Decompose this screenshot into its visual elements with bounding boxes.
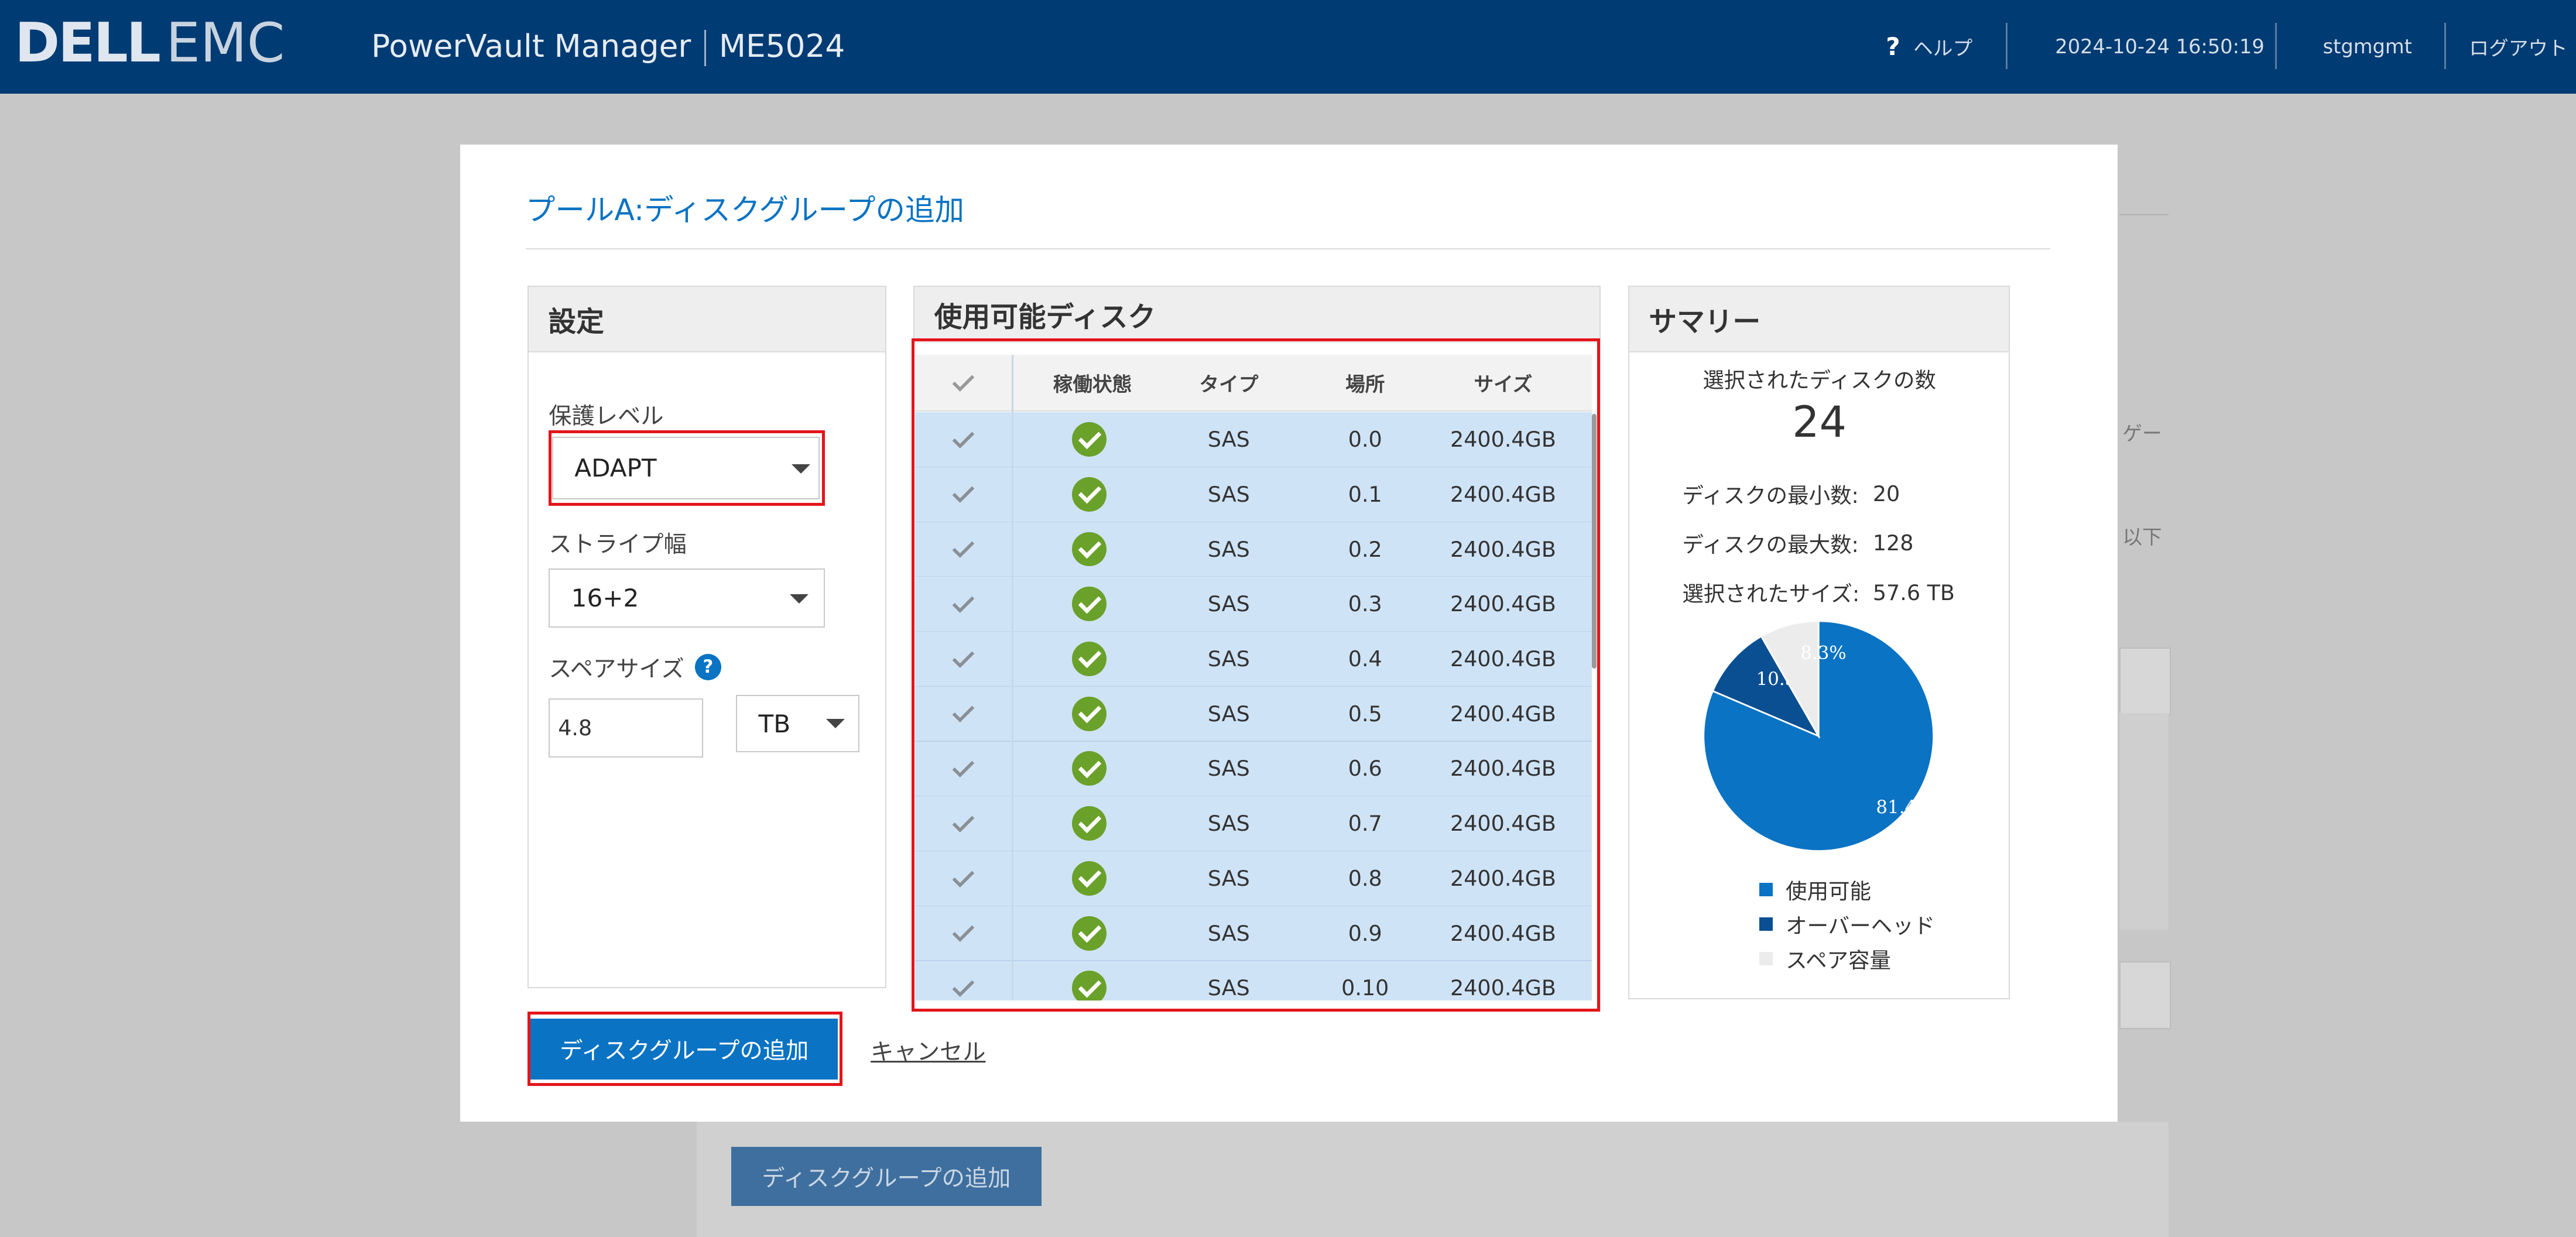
selected-size-label: 選択されたサイズ: [1682,581,1860,606]
legend-swatch [1759,952,1773,965]
help-label: ヘルプ [1913,37,1973,60]
stripe-width-select[interactable]: 16+2 [549,568,825,628]
title-separator [704,30,706,66]
help-icon: ? [1886,32,1900,61]
bg-panel-header [2119,961,2171,1029]
header-divider [2006,23,2008,69]
min-disks-label: ディスクの最小数: [1682,482,1859,508]
bg-text: 以下 [2122,525,2162,549]
logout-link[interactable]: ログアウト [2469,0,2567,94]
selected-count-value: 24 [1792,398,1847,448]
logo-emc-text: EMC [166,11,285,74]
model-name: ME5024 [718,28,845,64]
bg-add-disk-group-button: ディスクグループの追加 [731,1146,1042,1206]
settings-heading: 設定 [528,287,885,353]
summary-heading: サマリー [1629,287,2009,353]
capacity-pie-chart: 81.4%10.3%8.3% [1703,620,1935,852]
title-divider [525,248,2050,250]
legend-label: オーバーヘッド [1786,913,1936,938]
help-link[interactable]: ? ヘルプ [1886,0,1972,94]
protection-level-label: 保護レベル [549,403,664,430]
logo-dell-text: DELL [15,11,161,74]
legend-label: 使用可能 [1786,878,1871,904]
spare-unit-select[interactable]: TB [736,694,859,753]
max-disks-value: 128 [1872,530,1914,556]
user-menu[interactable]: stgmgmt [2323,0,2412,94]
header-divider [2275,23,2277,69]
chevron-down-icon [789,594,809,604]
pie-slice-label: 81.4% [1876,797,1933,818]
selected-size-value: 57.6 TB [1872,580,1955,605]
pie-slice-label: 8.3% [1800,642,1846,663]
highlight-add-button [527,1012,843,1086]
product-name: PowerVault Manager [371,28,691,64]
bg-text: ゲー [2122,422,2162,445]
legend-swatch [1759,883,1773,896]
legend-item: 使用可能 [1759,872,1935,907]
bg-panel-header [2119,647,2171,715]
max-disks-label: ディスクの最大数: [1682,532,1859,557]
spare-size-input[interactable]: 4.8 [549,698,703,758]
min-disks-value: 20 [1872,481,1900,507]
header-divider [2444,23,2447,69]
cancel-button[interactable]: キャンセル [871,1033,985,1067]
dell-emc-logo: DELL EMC [15,11,285,74]
selected-count-label: 選択されたディスクの数 [1703,368,1936,393]
bg-panel-body [2119,712,2169,930]
available-disks-heading: 使用可能ディスク [914,287,1600,343]
settings-panel: 設定 [527,286,886,988]
legend-item: スペア容量 [1759,941,1935,976]
dialog-title: プールA:ディスクグループの追加 [525,193,964,228]
help-icon[interactable]: ? [694,653,721,680]
bg-divider [2119,213,2169,215]
pie-legend: 使用可能オーバーヘッド スペア容量 [1759,872,1935,976]
legend-label: スペア容量 [1786,947,1891,973]
spare-unit-value: TB [758,709,791,738]
highlight-disk-table [912,338,1601,1012]
stripe-width-value: 16+2 [571,583,639,612]
product-title: PowerVault Manager ME5024 [371,28,845,66]
spare-size-label: スペアサイズ [549,656,684,683]
highlight-protection-level [549,430,825,506]
datetime-display: 2024-10-24 16:50:19 [2055,35,2265,59]
chevron-down-icon [825,719,845,728]
legend-swatch [1759,917,1773,931]
legend-item: オーバーヘッド [1759,907,1935,941]
top-header: DELL EMC PowerVault Manager ME5024 ? ヘルプ … [0,0,2576,94]
stripe-width-label: ストライプ幅 [549,531,687,558]
